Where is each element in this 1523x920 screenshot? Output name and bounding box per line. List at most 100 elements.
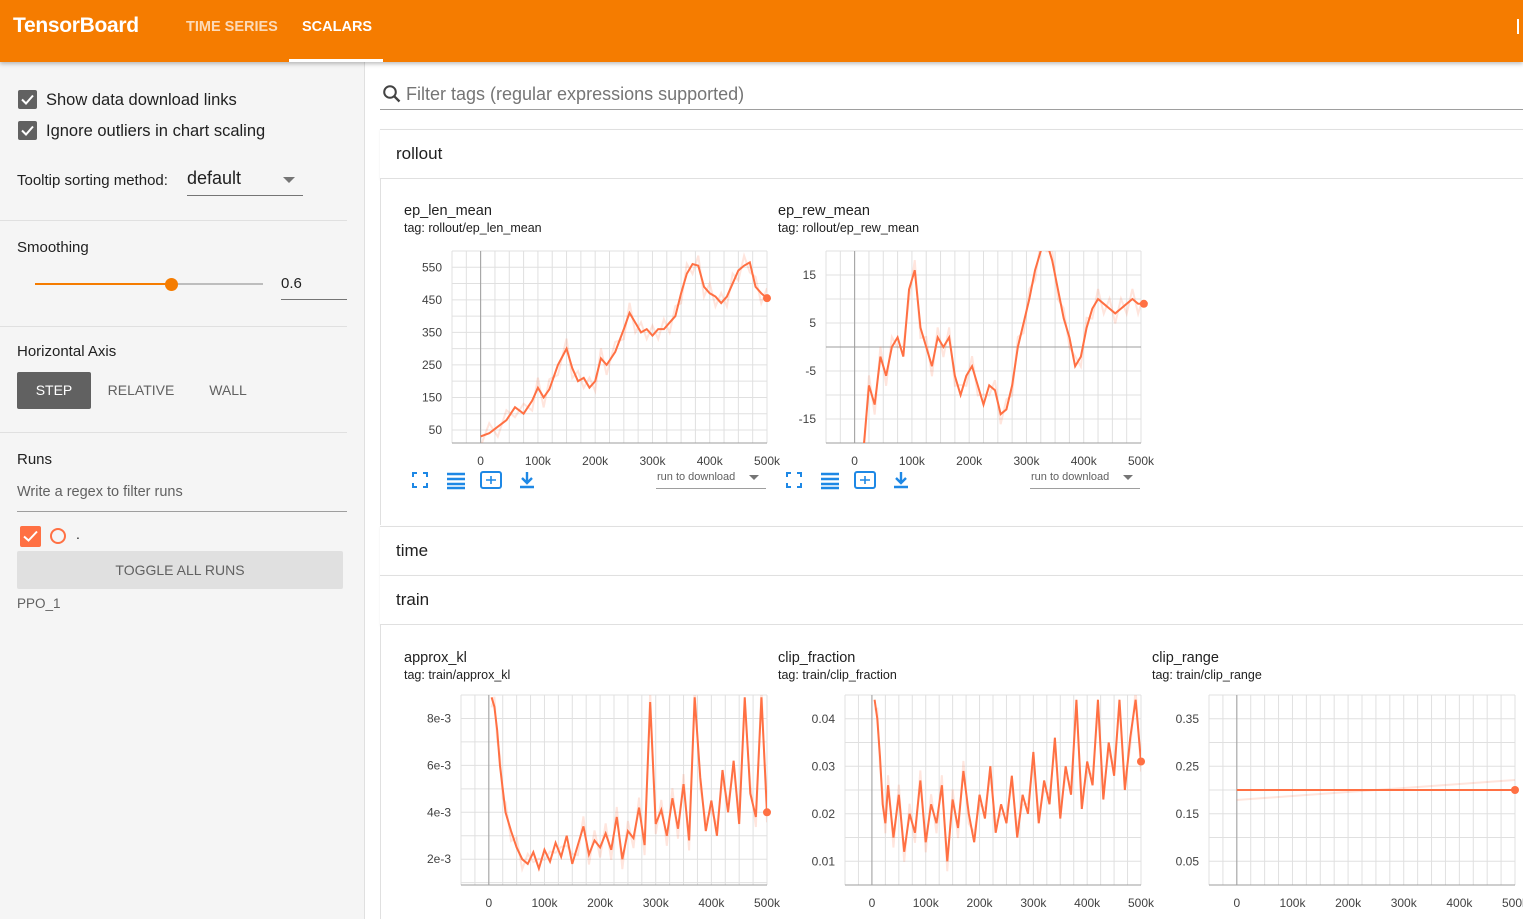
x-tick-label: 400k <box>1071 454 1098 468</box>
check-icon <box>23 530 38 542</box>
fit-domain-icon[interactable] <box>854 471 876 496</box>
x-tick-label: 0 <box>477 454 484 468</box>
run-checkbox[interactable] <box>20 526 41 547</box>
divider <box>0 220 347 221</box>
y-tick-label: 0.01 <box>812 854 836 868</box>
download-icon[interactable] <box>518 471 540 496</box>
tab-time-series[interactable]: TIME SERIES <box>186 19 278 35</box>
y-tick-label: 150 <box>422 390 442 404</box>
tag-filter-search[interactable]: Filter tags (regular expressions support… <box>380 78 1523 110</box>
chart-tag: tag: train/approx_kl <box>404 668 511 682</box>
x-tick-label: 0 <box>869 896 876 910</box>
x-tick-label: 400k <box>1446 896 1473 910</box>
y-tick-label: -5 <box>805 364 816 378</box>
tooltip-sorting-select[interactable]: default <box>187 168 303 196</box>
overflow-edge <box>1517 19 1519 34</box>
y-tick-label: 6e-3 <box>427 758 451 772</box>
x-tick-label: 500k <box>1502 896 1523 910</box>
fullscreen-icon[interactable] <box>785 471 807 496</box>
chart-title: approx_kl <box>404 650 467 666</box>
x-tick-label: 0 <box>851 454 858 468</box>
toggle-log-scale-icon[interactable] <box>446 471 468 496</box>
ignore-outliers-checkbox[interactable] <box>18 121 37 140</box>
brand-logo[interactable]: TensorBoard <box>13 14 139 38</box>
x-tick-label: 400k <box>698 896 725 910</box>
smoothing-input[interactable]: 0.6 <box>281 272 347 300</box>
smoothing-label: Smoothing <box>17 239 89 256</box>
check-icon <box>21 125 34 136</box>
toggle-all-runs-button[interactable]: TOGGLE ALL RUNS <box>17 551 343 589</box>
run-to-download-select[interactable]: run to download <box>656 467 766 489</box>
y-tick-label: 8e-3 <box>427 711 451 725</box>
run-name: . <box>76 526 80 542</box>
top-app-bar: TensorBoard TIME SERIES SCALARS <box>0 0 1523 62</box>
tooltip-sorting-value: default <box>187 168 242 188</box>
show-download-links-checkbox[interactable] <box>18 90 37 109</box>
chart-title: ep_rew_mean <box>778 203 870 219</box>
x-tick-label: 200k <box>967 896 994 910</box>
run-to-download-select[interactable]: run to download <box>1030 467 1140 489</box>
axis-wall-button[interactable]: WALL <box>192 372 264 409</box>
x-tick-label: 0 <box>1233 896 1240 910</box>
section-title: train <box>396 590 430 609</box>
x-tick-label: 500k <box>754 454 781 468</box>
series-endpoint <box>1511 786 1519 794</box>
chart-tag: tag: rollout/ep_rew_mean <box>778 221 920 235</box>
chart-title: ep_len_mean <box>404 203 492 219</box>
ignore-outliers-label: Ignore outliers in chart scaling <box>46 122 266 140</box>
section-train[interactable]: train <box>380 575 1523 625</box>
divider <box>0 432 347 433</box>
chart-tag: tag: train/clip_range <box>1152 668 1262 682</box>
toggle-log-scale-icon[interactable] <box>820 471 842 496</box>
x-tick-label: 500k <box>1128 454 1155 468</box>
series-endpoint <box>1139 299 1148 308</box>
y-tick-label: 15 <box>803 268 817 282</box>
chart-clip-fraction[interactable]: 0 100k 200k 300k 400k 500k 0.01 0.02 0.03 0.04 <box>778 690 1155 920</box>
x-tick-label: 400k <box>1074 896 1101 910</box>
x-tick-label: 200k <box>956 454 983 468</box>
x-tick-label: 300k <box>643 896 670 910</box>
series-endpoint <box>1137 757 1145 766</box>
fit-domain-icon[interactable] <box>480 471 502 496</box>
x-tick-label: 200k <box>587 896 614 910</box>
y-tick-label: 0.25 <box>1176 759 1200 773</box>
tab-scalars[interactable]: SCALARS <box>302 19 372 35</box>
x-tick-label: 200k <box>582 454 609 468</box>
run-color-swatch[interactable] <box>50 528 66 544</box>
run-to-download-label: run to download <box>657 471 736 483</box>
y-tick-label: 5 <box>809 316 816 330</box>
axis-step-button[interactable]: STEP <box>17 372 91 409</box>
x-tick-label: 400k <box>697 454 724 468</box>
chart-ep-len-mean[interactable]: 0 100k 200k 300k 400k 500k 50 150 250 350 450 550 <box>404 243 781 493</box>
y-tick-label: 250 <box>422 358 442 372</box>
x-tick-label: 100k <box>899 454 926 468</box>
x-tick-label: 300k <box>1391 896 1418 910</box>
tooltip-sorting-label: Tooltip sorting method: <box>17 172 168 189</box>
horizontal-axis-label: Horizontal Axis <box>17 343 117 360</box>
y-tick-label: 0.05 <box>1176 854 1200 868</box>
section-time[interactable]: time <box>380 526 1523 576</box>
fullscreen-icon[interactable] <box>411 471 433 496</box>
run-to-download-label: run to download <box>1031 471 1110 483</box>
y-tick-label: 550 <box>422 260 442 274</box>
chart-ep-rew-mean[interactable]: 0 100k 200k 300k 400k 500k -15 -5 5 15 <box>778 243 1155 493</box>
run-filter-input[interactable]: Write a regex to filter runs <box>17 484 347 512</box>
y-tick-label: 2e-3 <box>427 852 451 866</box>
smoothing-slider-thumb[interactable] <box>165 278 178 291</box>
y-tick-label: 0.03 <box>812 759 836 773</box>
search-placeholder: Filter tags (regular expressions support… <box>406 84 745 104</box>
section-rollout[interactable]: rollout <box>380 129 1523 179</box>
axis-relative-button[interactable]: RELATIVE <box>100 372 182 409</box>
rollout-charts: ep_len_mean tag: rollout/ep_len_mean 0 10… <box>380 179 1523 525</box>
y-tick-label: 450 <box>422 293 442 307</box>
y-tick-label: 50 <box>429 423 443 437</box>
x-tick-label: 100k <box>525 454 552 468</box>
chart-approx-kl[interactable]: 0 100k 200k 300k 400k 500k 2e-3 4e-3 6e-3 8e-3 <box>404 690 781 920</box>
download-icon[interactable] <box>892 471 914 496</box>
series-raw-line <box>863 251 1141 443</box>
smoothing-slider-fill <box>35 283 172 285</box>
y-tick-label: 0.02 <box>812 807 836 821</box>
x-tick-label: 0 <box>485 896 492 910</box>
divider <box>0 326 347 327</box>
chart-clip-range[interactable]: 0 100k 200k 300k 400k 500k 0.05 0.15 0.25 0.35 <box>1152 690 1523 920</box>
